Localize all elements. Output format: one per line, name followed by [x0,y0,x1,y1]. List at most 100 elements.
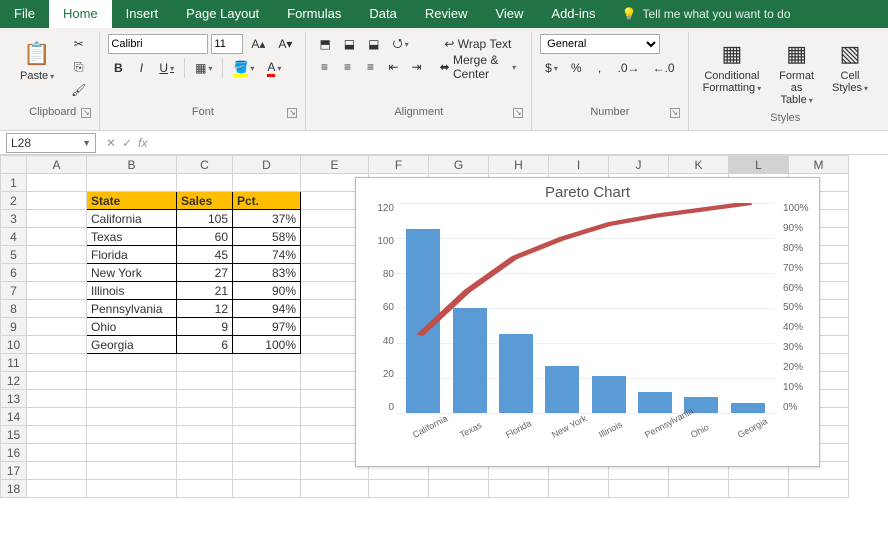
italic-button[interactable]: I [131,58,151,78]
cell-D12[interactable] [233,372,301,390]
cell-E18[interactable] [301,480,369,498]
tab-review[interactable]: Review [411,0,482,28]
cell-C11[interactable] [177,354,233,372]
row-header-16[interactable]: 16 [1,444,27,462]
cell-A9[interactable] [27,318,87,336]
cell-D13[interactable] [233,390,301,408]
cell-C13[interactable] [177,390,233,408]
tab-home[interactable]: Home [49,0,112,28]
cell-F18[interactable] [369,480,429,498]
cell-L18[interactable] [729,480,789,498]
cell-A12[interactable] [27,372,87,390]
col-header-L[interactable]: L [729,156,789,174]
cell-D2[interactable]: Pct. [233,192,301,210]
borders-button[interactable]: ▦ [190,58,217,78]
row-header-12[interactable]: 12 [1,372,27,390]
comma-format-button[interactable]: , [590,58,610,78]
col-header-D[interactable]: D [233,156,301,174]
align-bottom-button[interactable]: ⬓ [363,34,384,54]
col-header-C[interactable]: C [177,156,233,174]
cell-A1[interactable] [27,174,87,192]
cell-D15[interactable] [233,426,301,444]
cell-D16[interactable] [233,444,301,462]
cell-A6[interactable] [27,264,87,282]
cell-styles-button[interactable]: ▧Cell Styles [826,34,874,98]
accept-formula-icon[interactable]: ✓ [122,136,132,150]
cell-A17[interactable] [27,462,87,480]
cell-B6[interactable]: New York [87,264,177,282]
increase-font-button[interactable]: A▴ [246,34,270,54]
font-name-select[interactable] [108,34,208,54]
row-header-15[interactable]: 15 [1,426,27,444]
row-header-3[interactable]: 3 [1,210,27,228]
col-header-K[interactable]: K [669,156,729,174]
row-header-4[interactable]: 4 [1,228,27,246]
cell-D6[interactable]: 83% [233,264,301,282]
cell-I18[interactable] [549,480,609,498]
row-header-8[interactable]: 8 [1,300,27,318]
cell-B7[interactable]: Illinois [87,282,177,300]
select-all-cell[interactable] [1,156,27,174]
number-format-select[interactable]: General [540,34,660,54]
fx-icon[interactable]: fx [138,136,147,150]
cell-C15[interactable] [177,426,233,444]
clipboard-launcher[interactable]: ↘ [81,108,91,118]
tab-page-layout[interactable]: Page Layout [172,0,273,28]
col-header-J[interactable]: J [609,156,669,174]
cell-D17[interactable] [233,462,301,480]
bold-button[interactable]: B [108,58,128,78]
row-header-10[interactable]: 10 [1,336,27,354]
cell-D1[interactable] [233,174,301,192]
cell-D4[interactable]: 58% [233,228,301,246]
cell-H18[interactable] [489,480,549,498]
cell-C18[interactable] [177,480,233,498]
row-header-11[interactable]: 11 [1,354,27,372]
tab-view[interactable]: View [481,0,537,28]
cell-B4[interactable]: Texas [87,228,177,246]
decrease-decimal-button[interactable]: ←.0 [648,58,680,78]
cell-A15[interactable] [27,426,87,444]
cell-G18[interactable] [429,480,489,498]
align-center-button[interactable]: ≡ [337,57,357,77]
cell-C4[interactable]: 60 [177,228,233,246]
decrease-font-button[interactable]: A▾ [273,34,297,54]
cell-C5[interactable]: 45 [177,246,233,264]
cell-D18[interactable] [233,480,301,498]
cell-M18[interactable] [789,480,849,498]
cell-D10[interactable]: 100% [233,336,301,354]
cell-B5[interactable]: Florida [87,246,177,264]
cell-A18[interactable] [27,480,87,498]
percent-format-button[interactable]: % [566,58,587,78]
col-header-I[interactable]: I [549,156,609,174]
cell-A8[interactable] [27,300,87,318]
pareto-chart[interactable]: Pareto Chart 120100806040200 100%90%80%7… [355,177,820,467]
cell-A2[interactable] [27,192,87,210]
align-right-button[interactable]: ≡ [360,57,380,77]
cell-B10[interactable]: Georgia [87,336,177,354]
align-left-button[interactable]: ≡ [314,57,334,77]
cell-D3[interactable]: 37% [233,210,301,228]
tab-formulas[interactable]: Formulas [273,0,355,28]
cell-A7[interactable] [27,282,87,300]
cell-C6[interactable]: 27 [177,264,233,282]
tab-file[interactable]: File [0,0,49,28]
conditional-formatting-button[interactable]: ▦Conditional Formatting [697,34,768,98]
cell-J18[interactable] [609,480,669,498]
cell-A13[interactable] [27,390,87,408]
cell-A11[interactable] [27,354,87,372]
col-header-F[interactable]: F [369,156,429,174]
fill-color-button[interactable]: 🪣 [228,58,259,78]
cell-B8[interactable]: Pennsylvania [87,300,177,318]
cell-C16[interactable] [177,444,233,462]
wrap-text-button[interactable]: ↩ Wrap Text [433,34,524,54]
cell-D7[interactable]: 90% [233,282,301,300]
cell-C3[interactable]: 105 [177,210,233,228]
cell-B11[interactable] [87,354,177,372]
increase-indent-button[interactable]: ⇥ [407,57,427,77]
cell-A4[interactable] [27,228,87,246]
col-header-A[interactable]: A [27,156,87,174]
row-header-9[interactable]: 9 [1,318,27,336]
cell-D8[interactable]: 94% [233,300,301,318]
accounting-format-button[interactable]: $ [540,58,563,78]
cell-C17[interactable] [177,462,233,480]
